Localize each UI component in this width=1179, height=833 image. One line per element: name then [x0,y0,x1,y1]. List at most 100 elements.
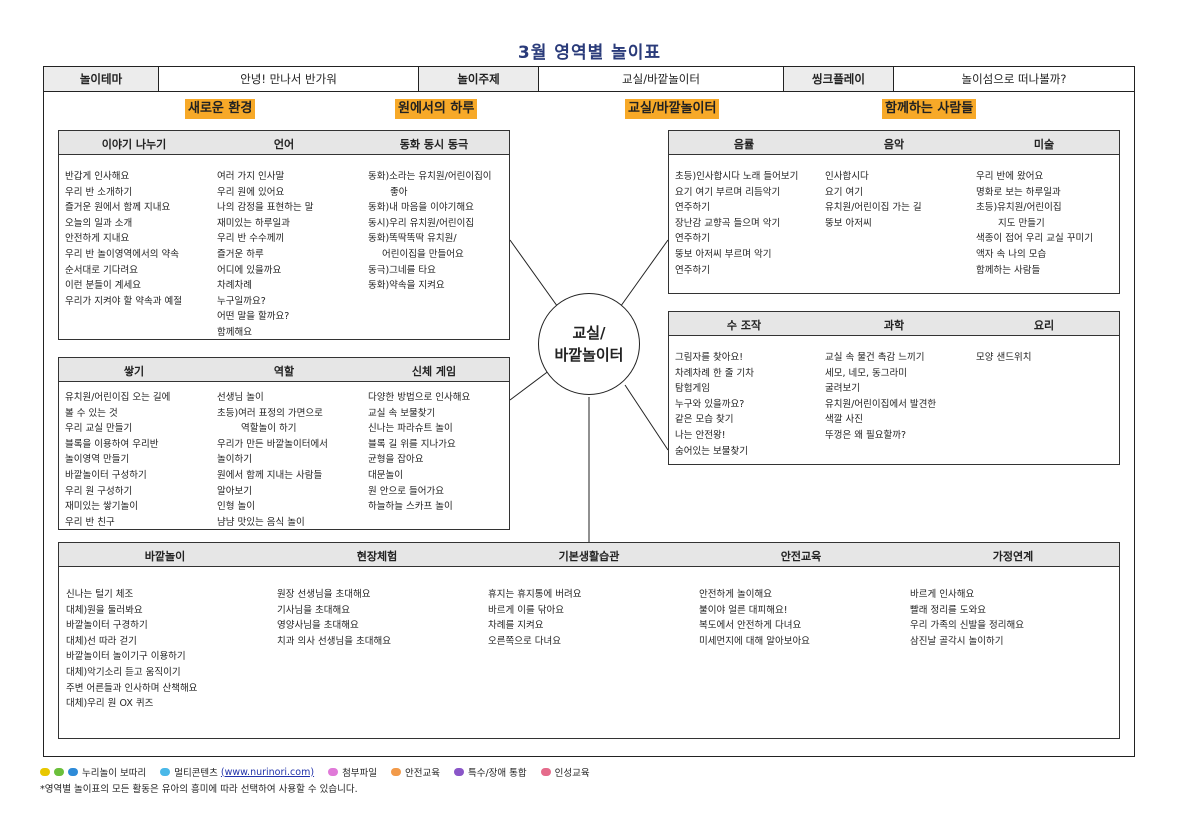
head-language: 언어 [273,138,295,151]
multi-badge-icon [160,768,171,776]
head-science: 과학 [883,319,905,332]
col-science: 교실 속 물건 촉감 느끼기 세모, 네모, 동그라미 굴려보기 유치원/어린이… [825,350,936,444]
list-item: 탐험게임 [675,383,710,395]
safety-badge-icon [391,768,402,776]
list-item: 원장 선생님을 초대해요 [277,589,371,600]
head-safety: 안전교육 [780,550,822,563]
list-item: 나의 감정을 표현하는 말 [217,202,314,214]
list-item: 액자 속 나의 모습 [976,248,1047,260]
list-item: 우리 원 구성하기 [65,485,133,497]
box-outdoor-home: 바깥놀이 현장체험 기본생활습관 안전교육 가정연계 신나는 털기 체조 대체)… [58,542,1120,739]
list-item: 우리 교실 만들기 [65,423,133,435]
list-item: 오늘의 일과 소개 [65,217,133,229]
list-item: 대문놀이 [368,469,403,481]
list-item: 미세먼지에 대해 알아보아요 [699,635,810,647]
head-rhythm: 음률 [733,138,755,151]
list-item: 동극)그네를 타요 [368,264,436,276]
list-item: 냠냠 맛있는 음식 놀이 [217,516,305,528]
list-item: 재미있는 하루일과 [217,217,290,229]
legend-nuri: 누리놀이 보따리 [82,768,147,779]
list-item: 원에서 함께 지내는 사람들 [217,469,323,481]
list-item: 세모, 네모, 동그라미 [825,367,907,379]
legend-safety: 안전교육 [405,768,440,779]
list-item: 초등)인사합시다 노래 들어보기 [675,171,799,182]
footnote: *영역별 놀이표의 모든 활동은 유아의 흥미에 따라 선택하여 사용할 수 있… [40,784,358,795]
list-item: 주변 어른들과 인사하며 산책해요 [66,682,198,694]
list-item: 바르게 이를 닦아요 [488,604,564,616]
list-item: 인사합시다 [825,171,869,182]
list-item: 명화로 보는 하루일과 [976,186,1061,198]
list-item: 안전하게 지내요 [65,233,130,245]
nuri-badge-icon [68,768,78,776]
head-talk: 이야기 나누기 [101,138,167,151]
head-habits: 기본생활습관 [558,550,620,563]
head-home: 가정연계 [992,550,1034,563]
list-item: 요기 여기 [825,186,863,198]
list-item: 우리가 만든 바깥놀이터에서 [217,438,328,450]
list-item: 누구와 있을까요? [675,398,745,410]
col-cooking: 모양 샌드위치 [976,350,1031,366]
list-item: 동화)소라는 유치원/어린이집이 [368,171,492,182]
list-item: 유치원/어린이집에서 발견한 [825,398,937,410]
list-item: 우리 반 친구 [65,516,115,528]
character-badge-icon [540,768,551,776]
list-item: 뚱보 아저씨 [825,217,872,229]
list-item: 지도 만들기 [998,217,1045,229]
special-badge-icon [454,768,464,776]
list-item: 우리 반에 왔어요 [976,171,1044,182]
center-line2: 바깥놀이터 [554,346,624,364]
head-art: 미술 [1033,138,1055,151]
list-item: 유치원/어린이집 오는 길에 [65,392,171,403]
list-item: 바깥놀이터 놀이기구 이용하기 [66,651,186,663]
nuri-badge-icon [54,768,64,776]
box-header: 음률 음악 미술 [669,131,1119,155]
list-item: 하늘하늘 스카프 놀이 [368,501,453,513]
box-header: 바깥놀이 현장체험 기본생활습관 안전교육 가정연계 [59,543,1119,567]
list-item: 굴려보기 [825,383,860,395]
list-item: 동화)약속을 지켜요 [368,280,445,292]
box-header: 쌓기 역할 신체 게임 [59,358,509,382]
box-block-role: 쌓기 역할 신체 게임 유치원/어린이집 오는 길에 볼 수 있는 것 우리 교… [58,357,510,530]
list-item: 어디에 있을까요 [217,264,282,276]
list-item: 뚱보 아저씨 부르며 악기 [675,248,772,260]
list-item: 반갑게 인사해요 [65,171,130,182]
nurinori-link[interactable]: (www.nurinori.com) [221,767,314,778]
list-item: 기사님을 초대해요 [277,604,350,616]
list-item: 연주하기 [675,233,710,245]
list-item: 역할놀이 하기 [241,423,297,435]
box-music-art: 음률 음악 미술 초등)인사합시다 노래 들어보기 요기 여기 부르며 리듬악기… [668,130,1120,294]
legend: 누리놀이 보따리 멀티콘텐츠 (www.nurinori.com) 첨부파일 안… [40,765,590,779]
list-item: 치과 의사 선생님을 초대해요 [277,635,391,647]
list-item: 같은 모습 찾기 [675,414,734,426]
head-math: 수 조작 [726,319,762,332]
list-item: 블록을 이용하여 우리반 [65,438,159,450]
legend-file: 첨부파일 [342,768,378,779]
list-item: 균형을 잡아요 [368,454,424,466]
legend-character: 인성교육 [554,768,590,779]
col-music: 인사합시다 요기 여기 유치원/어린이집 가는 길 뚱보 아저씨 [825,169,922,231]
box-header: 수 조작 과학 요리 [669,312,1119,336]
list-item: 차례를 지켜요 [488,620,544,632]
list-item: 우리 반 수수께끼 [217,233,285,245]
head-cooking: 요리 [1033,319,1055,332]
list-item: 즐거운 하루 [217,248,264,260]
list-item: 누구일까요? [217,295,266,307]
head-field-trip: 현장체험 [356,550,398,563]
nuri-badge-icon [40,768,50,776]
col-physical: 다양한 방법으로 인사해요 교실 속 보물찾기 신나는 파라슈트 놀이 블록 길… [368,390,470,515]
col-language: 여러 가지 인사말 우리 원에 있어요 나의 감정을 표현하는 말 재미있는 하… [217,169,313,341]
list-item: 선생님 놀이 [217,392,264,403]
head-music: 음악 [883,138,905,151]
list-item: 신나는 파라슈트 놀이 [368,423,453,435]
list-item: 이런 분들이 계세요 [65,280,141,292]
list-item: 순서대로 기다려요 [65,264,138,276]
head-physical: 신체 게임 [411,365,457,378]
col-safety: 안전하게 놀이해요 불이야 얼른 대피해요! 복도에서 안전하게 다녀요 미세먼… [699,587,810,649]
list-item: 장난감 교향곡 들으며 악기 [675,217,781,229]
head-outdoor: 바깥놀이 [144,550,186,563]
list-item: 색깔 사진 [825,414,863,426]
list-item: 휴지는 휴지통에 버려요 [488,589,582,600]
list-item: 여러 가지 인사말 [217,171,285,182]
col-habits: 휴지는 휴지통에 버려요 바르게 이를 닦아요 차례를 지켜요 오른쪽으로 다녀… [488,587,581,649]
list-item: 안전하게 놀이해요 [699,589,772,600]
